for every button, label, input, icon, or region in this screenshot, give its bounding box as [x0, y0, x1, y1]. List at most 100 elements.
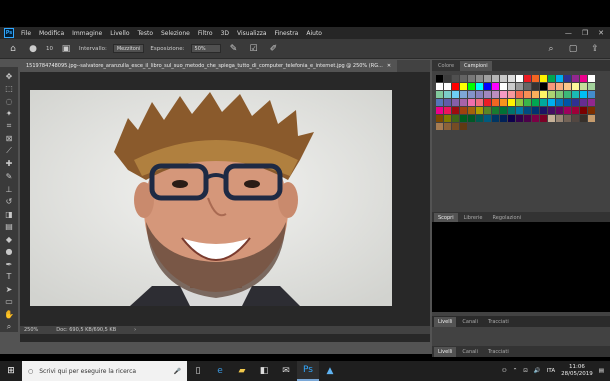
menu-livello[interactable]: Livello	[106, 30, 133, 37]
lasso-tool-icon[interactable]: ◌	[2, 96, 16, 107]
menu-finestra[interactable]: Finestra	[271, 30, 303, 37]
history-brush-tool-icon[interactable]: ↺	[2, 196, 16, 207]
color-swatch[interactable]	[476, 99, 483, 106]
taskbar-search-box[interactable]: ○ Scrivi qui per eseguire la ricerca 🎤	[22, 361, 187, 381]
color-swatch[interactable]	[516, 107, 523, 114]
menu-visualizza[interactable]: Visualizza	[233, 30, 271, 37]
color-swatch[interactable]	[540, 91, 547, 98]
color-swatch[interactable]	[444, 115, 451, 122]
menu-testo[interactable]: Testo	[134, 30, 158, 37]
brush-tool-icon[interactable]: ✎	[2, 171, 16, 182]
tab-livelli-top[interactable]: Livelli	[434, 316, 457, 327]
color-swatch[interactable]	[556, 83, 563, 90]
color-swatch[interactable]	[436, 107, 443, 114]
color-swatch[interactable]	[516, 91, 523, 98]
color-swatch[interactable]	[436, 99, 443, 106]
color-swatch[interactable]	[588, 83, 595, 90]
color-swatch[interactable]	[524, 75, 531, 82]
tab-canali-top[interactable]: Canali	[458, 317, 482, 327]
task-view-icon[interactable]: ▯	[187, 361, 209, 381]
color-swatch[interactable]	[532, 83, 539, 90]
exposure-input[interactable]: 50%	[190, 44, 221, 53]
color-swatch[interactable]	[572, 107, 579, 114]
document-size[interactable]: Doc: 690,5 KB/690,5 KB	[56, 327, 116, 333]
color-swatch[interactable]	[452, 83, 459, 90]
color-swatch[interactable]	[492, 107, 499, 114]
color-swatch[interactable]	[540, 75, 547, 82]
minimize-icon[interactable]: —	[565, 29, 572, 37]
color-swatch[interactable]	[588, 115, 595, 122]
color-swatch[interactable]	[452, 107, 459, 114]
color-swatch[interactable]	[524, 115, 531, 122]
burn-tool-preset-icon[interactable]: ●	[26, 42, 40, 56]
color-swatch[interactable]	[508, 115, 515, 122]
color-swatch[interactable]	[516, 115, 523, 122]
protect-tones-icon[interactable]: ☑	[247, 42, 261, 56]
color-swatch[interactable]	[484, 91, 491, 98]
color-swatch[interactable]	[500, 83, 507, 90]
color-swatch[interactable]	[452, 91, 459, 98]
color-swatch[interactable]	[460, 91, 467, 98]
color-swatch[interactable]	[540, 107, 547, 114]
close-icon[interactable]: ✕	[598, 29, 604, 37]
quick-selection-tool-icon[interactable]: ✦	[2, 109, 16, 120]
color-swatch[interactable]	[460, 115, 467, 122]
color-swatch[interactable]	[460, 123, 467, 130]
color-swatch[interactable]	[476, 107, 483, 114]
color-swatch[interactable]	[580, 99, 587, 106]
range-select[interactable]: Mezzitoni	[112, 44, 145, 53]
notifications-icon[interactable]: ▤	[599, 368, 604, 374]
color-swatch[interactable]	[508, 75, 515, 82]
color-swatch[interactable]	[436, 75, 443, 82]
color-swatch[interactable]	[540, 83, 547, 90]
frame-tool-icon[interactable]: ⊠	[2, 134, 16, 145]
color-swatch[interactable]	[476, 115, 483, 122]
photoshop-taskbar-icon[interactable]: Ps	[297, 361, 319, 381]
color-swatch[interactable]	[588, 91, 595, 98]
pressure-icon[interactable]: ✐	[267, 42, 281, 56]
color-swatch[interactable]	[572, 99, 579, 106]
tray-chevron-icon[interactable]: ⌃	[513, 368, 518, 374]
color-swatch[interactable]	[572, 115, 579, 122]
eyedropper-tool-icon[interactable]: ⟋	[2, 146, 16, 157]
color-swatch[interactable]	[524, 107, 531, 114]
color-swatch[interactable]	[500, 107, 507, 114]
windows-start-icon[interactable]: ⊞	[0, 361, 22, 381]
store-icon[interactable]: ◧	[253, 361, 275, 381]
color-swatch[interactable]	[564, 99, 571, 106]
color-swatch[interactable]	[444, 83, 451, 90]
color-swatch[interactable]	[548, 83, 555, 90]
burn-tool-icon[interactable]: ●	[2, 246, 16, 257]
menu-file[interactable]: File	[17, 30, 35, 37]
color-swatch[interactable]	[532, 91, 539, 98]
color-swatch[interactable]	[436, 91, 443, 98]
color-swatch[interactable]	[436, 115, 443, 122]
color-swatch[interactable]	[564, 83, 571, 90]
color-swatch[interactable]	[556, 115, 563, 122]
language-indicator[interactable]: ITA	[547, 368, 555, 374]
color-swatch[interactable]	[572, 83, 579, 90]
color-swatch[interactable]	[500, 91, 507, 98]
tab-librerie[interactable]: Librerie	[460, 213, 487, 223]
document-tab[interactable]: 1519784748095.jpg--salvatore_aranzulla_e…	[20, 60, 398, 72]
color-swatch[interactable]	[556, 107, 563, 114]
color-swatch[interactable]	[564, 107, 571, 114]
zoom-tool-icon[interactable]: ⌕	[2, 322, 16, 333]
tab-tracciati-bottom[interactable]: Tracciati	[484, 347, 513, 357]
color-swatch[interactable]	[588, 99, 595, 106]
color-swatch[interactable]	[452, 99, 459, 106]
tab-colore[interactable]: Colore	[434, 61, 458, 71]
workspace-icon[interactable]: ▢	[566, 42, 580, 56]
color-swatch[interactable]	[468, 91, 475, 98]
color-swatch[interactable]	[476, 83, 483, 90]
color-swatch[interactable]	[492, 99, 499, 106]
color-swatch[interactable]	[540, 115, 547, 122]
canvas-area[interactable]	[20, 72, 430, 342]
color-swatch[interactable]	[580, 107, 587, 114]
move-tool-icon[interactable]: ✥	[2, 71, 16, 82]
color-swatch[interactable]	[460, 83, 467, 90]
color-swatch[interactable]	[572, 75, 579, 82]
blur-tool-icon[interactable]: ◆	[2, 234, 16, 245]
color-swatch[interactable]	[484, 115, 491, 122]
brush-size-value[interactable]: 10	[46, 46, 53, 52]
